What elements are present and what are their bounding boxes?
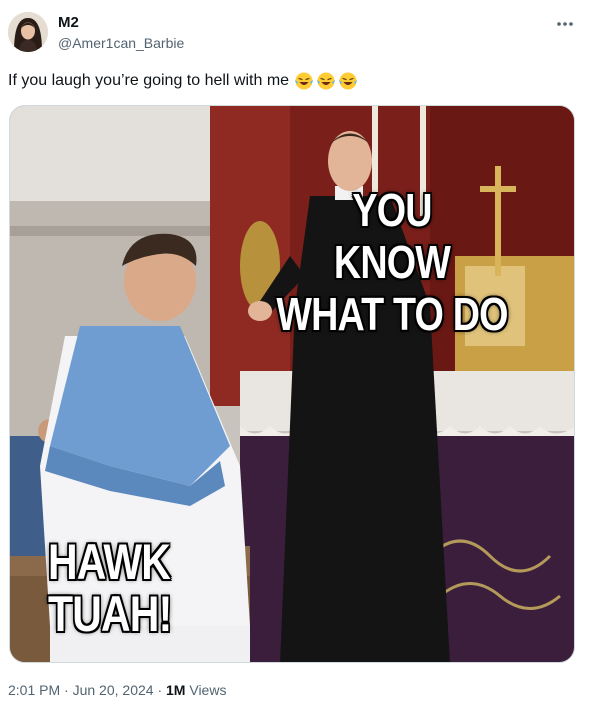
face-with-tears-of-joy-icon [339,72,358,90]
tweet-meta: 2:01 PM · Jun 20, 2024 · 1M Views [8,680,226,700]
views-label: Views [189,682,227,698]
meta-separator: · [157,682,163,698]
more-horizontal-icon [557,22,573,26]
author: M2 @Amer1can_Barbie [58,14,184,52]
face-with-tears-of-joy-icon [295,72,314,90]
more-button[interactable] [548,12,582,36]
user-handle[interactable]: @Amer1can_Barbie [58,34,184,52]
meme-caption-top: YOU KNOW WHAT TO DO [276,184,508,340]
tweet-text-body: If you laugh you’re going to hell with m… [8,72,290,89]
tweet: M2 @Amer1can_Barbie If you laugh you’re … [0,0,604,711]
tweet-text: If you laugh you’re going to hell with m… [8,70,358,92]
post-time[interactable]: 2:01 PM [8,682,60,698]
face-with-tears-of-joy-icon [317,72,336,90]
views-count: 1M [166,682,186,698]
meta-separator: · [64,682,69,698]
emoji-row [294,71,358,91]
meme-caption-bottom: HAWK TUAH! [48,534,172,642]
tweet-media-image[interactable]: YOU KNOW WHAT TO DO HAWK TUAH! [9,105,575,663]
display-name[interactable]: M2 [58,14,184,32]
post-date[interactable]: Jun 20, 2024 [73,682,154,698]
avatar[interactable] [8,12,48,52]
avatar-image [8,12,48,52]
